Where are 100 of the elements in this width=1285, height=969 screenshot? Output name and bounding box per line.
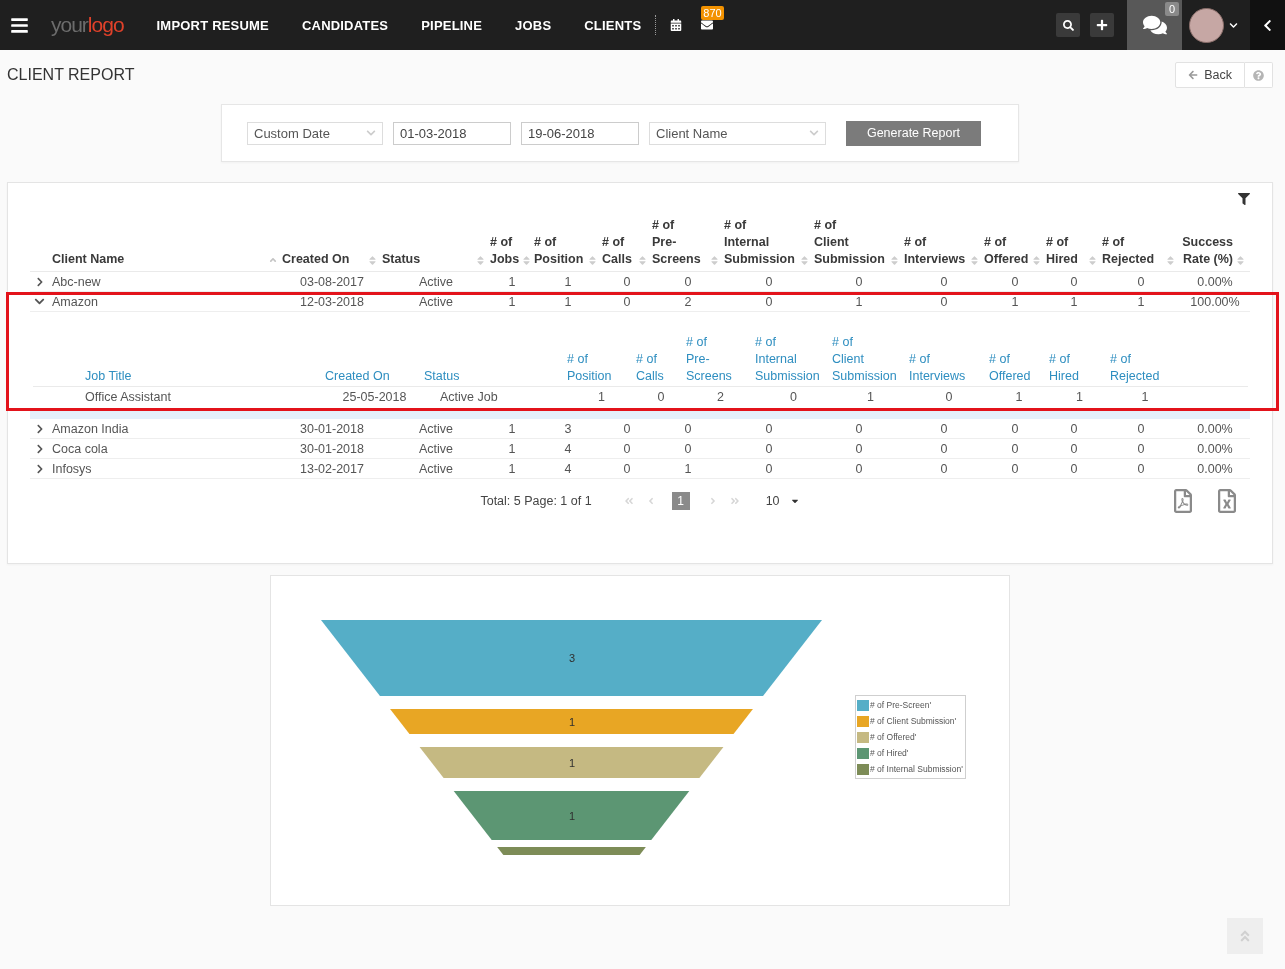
column-header[interactable]: # of Jobs bbox=[490, 234, 520, 268]
add-button[interactable] bbox=[1090, 13, 1114, 37]
column-header[interactable]: # of Rejected bbox=[1110, 351, 1180, 385]
table-cell-text: 0 bbox=[764, 440, 774, 458]
table-cell-text: 1 bbox=[1136, 293, 1146, 311]
search-button[interactable] bbox=[1056, 13, 1080, 37]
table-cell-text: Infosys bbox=[52, 460, 93, 478]
column-header[interactable]: Success Rate (%) bbox=[1182, 234, 1233, 268]
column-header[interactable]: # of Internal Submission bbox=[724, 217, 795, 268]
column-header[interactable]: # of Interviews bbox=[909, 351, 989, 385]
generate-report-button[interactable]: Generate Report bbox=[846, 120, 981, 146]
table-cell-text: Active bbox=[417, 440, 454, 458]
table-cell-text: 1 bbox=[1069, 293, 1079, 311]
chevron-left-icon bbox=[1261, 18, 1274, 32]
table-cell-text: 03-08-2017 bbox=[299, 273, 365, 291]
help-button[interactable] bbox=[1245, 62, 1273, 88]
table-cell-text: 0 bbox=[854, 440, 864, 458]
table-cell-text: 1 bbox=[563, 293, 573, 311]
calendar-icon[interactable] bbox=[670, 19, 683, 31]
menu-icon[interactable] bbox=[10, 15, 29, 35]
column-header[interactable]: # of Calls bbox=[636, 351, 686, 385]
column-header[interactable]: # of Internal Submission bbox=[755, 334, 832, 385]
nav-link[interactable]: CLIENTS bbox=[584, 17, 642, 33]
nav-link[interactable]: CANDIDATES bbox=[301, 17, 389, 33]
column-header[interactable]: Job Title bbox=[85, 368, 325, 385]
column-header[interactable]: # of Pre- Screens bbox=[652, 217, 701, 268]
legend-label: # of Pre-Screen' bbox=[870, 700, 932, 710]
nav-link[interactable]: PIPELINE bbox=[421, 17, 483, 33]
client-select[interactable]: Client Name bbox=[649, 121, 826, 145]
collapse-button[interactable] bbox=[1250, 0, 1285, 50]
column-header[interactable]: Created On bbox=[325, 368, 424, 385]
sort-icon[interactable] bbox=[1031, 255, 1042, 266]
column-header[interactable]: # of Pre- Screens bbox=[686, 334, 755, 385]
column-header[interactable]: Created On bbox=[282, 251, 350, 268]
column-header[interactable]: Client Name bbox=[52, 251, 125, 268]
sort-icon[interactable] bbox=[799, 255, 810, 266]
scroll-top-button[interactable] bbox=[1227, 918, 1263, 954]
column-header[interactable]: Status bbox=[382, 251, 421, 268]
chevron-right-icon[interactable] bbox=[35, 443, 45, 454]
table-cell-text: 0 bbox=[656, 389, 666, 406]
column-header[interactable]: # of Calls bbox=[602, 234, 632, 268]
double-chevron-up-icon bbox=[1238, 929, 1252, 943]
sort-icon[interactable] bbox=[889, 255, 900, 266]
date-range-select[interactable]: Custom Date bbox=[247, 121, 383, 145]
table-cell-text: Active Job bbox=[439, 389, 499, 406]
sort-icon[interactable] bbox=[475, 255, 486, 266]
table-cell-text: 0 bbox=[789, 389, 798, 406]
avatar[interactable] bbox=[1189, 7, 1224, 43]
plus-icon bbox=[1096, 19, 1108, 31]
page-size-select[interactable]: 10 bbox=[765, 494, 800, 508]
excel-file-icon[interactable] bbox=[1215, 489, 1239, 513]
sort-icon[interactable] bbox=[521, 255, 533, 266]
pdf-file-icon[interactable] bbox=[1171, 489, 1195, 513]
table-cell-text: Coca cola bbox=[52, 440, 109, 458]
column-header[interactable]: # of Position bbox=[534, 234, 584, 268]
nav-link[interactable]: JOBS bbox=[515, 17, 552, 33]
sort-icon[interactable] bbox=[969, 255, 980, 266]
end-date-field[interactable]: 19-06-2018 bbox=[521, 121, 639, 145]
sort-icon[interactable] bbox=[1087, 255, 1098, 266]
chevron-right-icon[interactable] bbox=[35, 423, 45, 434]
chevron-right-icon[interactable] bbox=[35, 276, 45, 287]
column-header[interactable]: # of Hired bbox=[1046, 234, 1078, 268]
funnel-value-label: 1 bbox=[568, 809, 576, 822]
sort-icon[interactable] bbox=[587, 255, 598, 266]
table-cell-text: 1 bbox=[507, 293, 517, 311]
column-header[interactable]: # of Offered bbox=[984, 234, 1029, 268]
back-button[interactable]: Back bbox=[1175, 62, 1245, 88]
pagination-summary: Total: 5 Page: 1 of 1 bbox=[480, 494, 592, 508]
sort-icon[interactable] bbox=[367, 255, 378, 266]
chevron-down-icon[interactable] bbox=[1229, 20, 1238, 30]
filter-icon[interactable] bbox=[1238, 193, 1250, 205]
logo[interactable]: yourlogo bbox=[51, 13, 124, 37]
column-header[interactable]: # of Hired bbox=[1049, 351, 1110, 385]
table-cell-text: 2 bbox=[683, 293, 693, 311]
column-header[interactable]: # of Position bbox=[567, 351, 636, 385]
sort-up-icon[interactable] bbox=[268, 255, 278, 265]
table-cell-text: 0 bbox=[854, 460, 864, 478]
sort-icon[interactable] bbox=[1165, 255, 1176, 266]
column-header[interactable]: # of Interviews bbox=[904, 234, 966, 268]
start-date-field[interactable]: 01-03-2018 bbox=[393, 121, 511, 145]
sort-icon[interactable] bbox=[1235, 255, 1246, 266]
table-cell-text: 1 bbox=[507, 460, 517, 478]
table-cell-text: 0 bbox=[939, 293, 949, 311]
sort-icon[interactable] bbox=[709, 255, 720, 266]
column-header[interactable]: # of Offered bbox=[989, 351, 1049, 385]
chevron-down-icon[interactable] bbox=[34, 296, 45, 307]
column-header[interactable]: Status bbox=[424, 368, 567, 385]
nav-link[interactable]: IMPORT RESUME bbox=[156, 17, 269, 33]
column-header[interactable]: # of Client Submission bbox=[814, 217, 885, 268]
mail-icon[interactable] bbox=[701, 19, 714, 31]
table-cell-text: 1 bbox=[507, 420, 517, 438]
table-cell-text: 0 bbox=[1010, 420, 1020, 438]
column-header[interactable]: # of Client Submission bbox=[832, 334, 909, 385]
column-header[interactable]: # of Rejected bbox=[1102, 234, 1155, 268]
sort-icon[interactable] bbox=[637, 255, 648, 266]
table-cell-text: Office Assistant bbox=[85, 389, 172, 406]
table-cell-text: 0 bbox=[1069, 420, 1079, 438]
chevron-right-icon[interactable] bbox=[35, 463, 45, 474]
table-cell-text: 30-01-2018 bbox=[299, 440, 365, 458]
table-cell-text: 4 bbox=[563, 440, 573, 458]
